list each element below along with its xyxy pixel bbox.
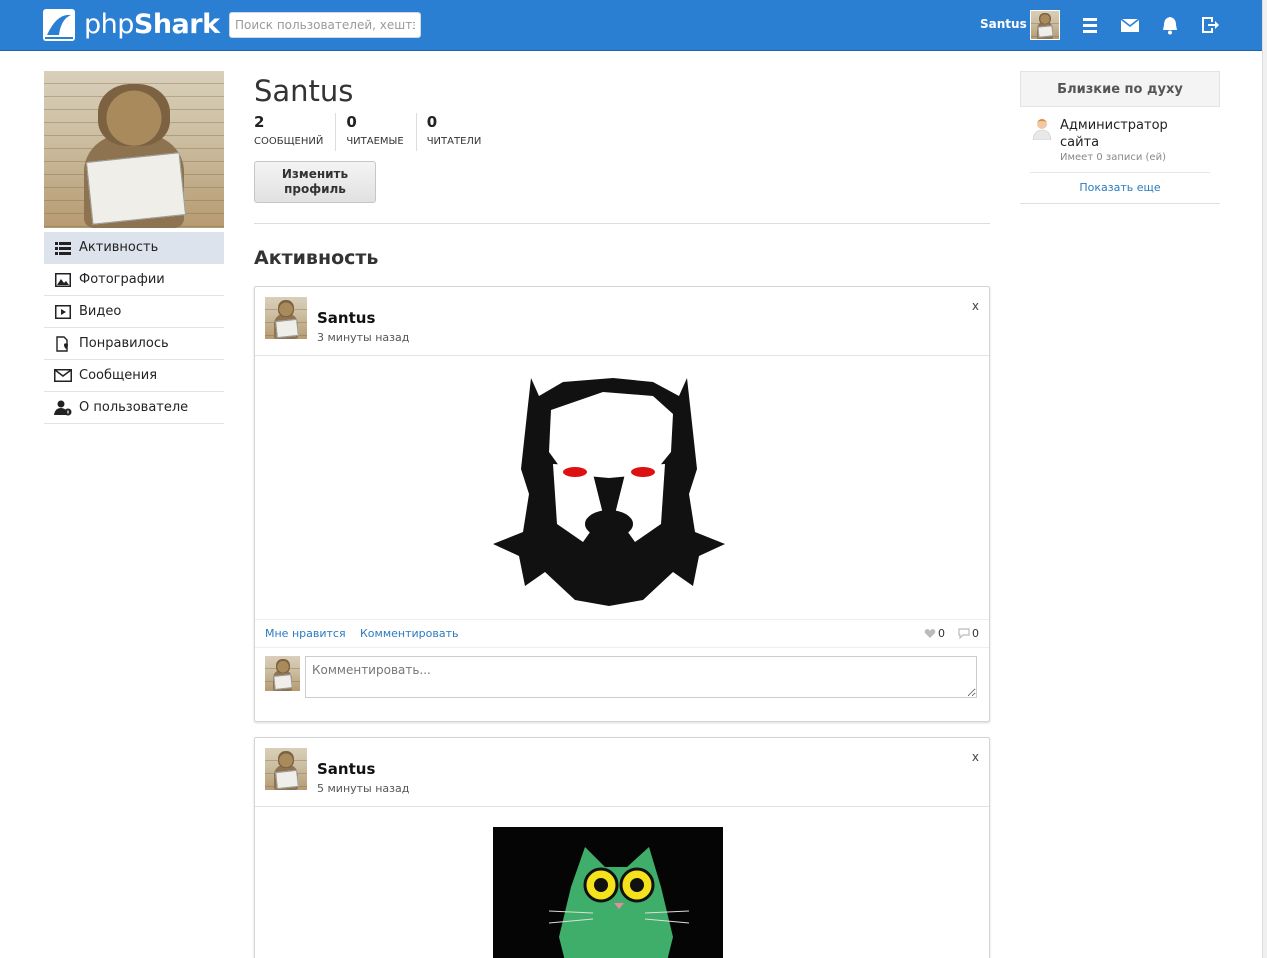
post-image[interactable] [255,807,989,958]
user-info-icon [54,400,72,416]
post-card: Santus 5 минуты назад x [254,737,990,958]
comment-input[interactable] [305,656,977,698]
sidebar-item-label: Понравилось [79,336,169,351]
stat-label: ЧИТАЕМЫЕ [346,136,404,147]
sidebar-item-label: О пользователе [79,400,189,415]
comment-button[interactable]: Комментировать [360,627,458,640]
menu-icon[interactable] [1079,14,1101,36]
post-header: Santus 5 минуты назад x [255,738,989,807]
sidebar-item-activity[interactable]: Активность [44,232,224,264]
profile-photo[interactable] [44,71,224,228]
divider [254,223,990,224]
comment-form [255,648,989,718]
post-time: 5 минуты назад [317,782,410,795]
post-image[interactable] [255,356,989,620]
header-avatar[interactable] [1030,10,1060,40]
envelope-icon [54,368,72,384]
suggested-user-posts: Имеет 0 записи (ей) [1060,152,1166,163]
sidebar-item-label: Фотографии [79,272,165,287]
admin-avatar-icon [1030,116,1054,140]
logo[interactable]: phpShark [43,9,220,41]
photo-icon [54,272,72,288]
logo-text: phpShark [84,9,220,40]
profile-stats: 2 СООБЩЕНИЙ 0 ЧИТАЕМЫЕ 0 ЧИТАТЕЛИ [254,113,503,151]
edit-profile-button[interactable]: Изменить профиль [254,161,376,203]
close-icon[interactable]: x [972,299,979,313]
likes-value: 0 [938,627,945,640]
green-cat-image [493,827,723,958]
post-author-avatar[interactable] [265,297,307,339]
commenter-avatar [265,656,300,691]
divider [1020,203,1220,204]
stat-label: ЧИТАТЕЛИ [426,136,482,147]
comments-value: 0 [972,627,979,640]
profile-menu: Активность Фотографии Видео Понравилось … [44,232,224,424]
profile-name: Santus [254,74,354,108]
like-button[interactable]: Мне нравится [265,627,346,640]
post-author[interactable]: Santus [317,760,375,778]
header-username[interactable]: Santus [980,17,1027,31]
stat-value: 2 [254,113,265,131]
stat-label: СООБЩЕНИЙ [254,136,324,147]
sidebar-item-about[interactable]: О пользователе [44,392,224,424]
sidebar-item-photos[interactable]: Фотографии [44,264,224,296]
video-icon [54,304,72,320]
sidebar-item-label: Сообщения [79,368,158,383]
top-navbar: phpShark Santus [0,0,1262,51]
bell-icon[interactable] [1159,14,1181,36]
post-card: Santus 3 минуты назад x Мне нравится Ком… [254,286,990,722]
activity-title: Активность [254,247,379,269]
close-icon[interactable]: x [972,750,979,764]
sidebar-item-messages[interactable]: Сообщения [44,360,224,392]
post-actions: Мне нравится Комментировать 0 0 [255,620,989,648]
post-author[interactable]: Santus [317,309,375,327]
mail-icon[interactable] [1119,14,1141,36]
show-more-link[interactable]: Показать еще [1030,172,1210,194]
comments-count: 0 [958,627,979,640]
comment-bubble-icon [958,628,970,639]
search-input[interactable] [229,12,421,38]
sidebar-item-liked[interactable]: Понравилось [44,328,224,360]
stat-value: 0 [346,113,357,131]
sidebar-item-video[interactable]: Видео [44,296,224,328]
post-header: Santus 3 минуты назад x [255,287,989,356]
post-author-avatar[interactable] [265,748,307,790]
heart-icon [924,629,936,638]
kindred-spirits-title: Близкие по духу [1020,71,1220,107]
stat-followers[interactable]: 0 ЧИТАТЕЛИ [427,113,494,151]
stat-following[interactable]: 0 ЧИТАЕМЫЕ [346,113,417,151]
activity-icon [54,240,72,256]
suggested-user-name[interactable]: Администратор сайта [1060,117,1190,151]
logout-icon[interactable] [1199,14,1221,36]
stat-value: 0 [426,113,438,131]
shark-logo-icon [43,9,75,41]
pitbull-image [493,378,725,606]
sidebar-item-label: Видео [79,304,122,319]
post-time: 3 минуты назад [317,331,410,344]
scrollbar[interactable] [1262,0,1267,958]
liked-icon [54,335,72,352]
stat-messages[interactable]: 2 СООБЩЕНИЙ [254,113,337,151]
likes-count: 0 [924,627,945,640]
sidebar-item-label: Активность [79,240,159,255]
